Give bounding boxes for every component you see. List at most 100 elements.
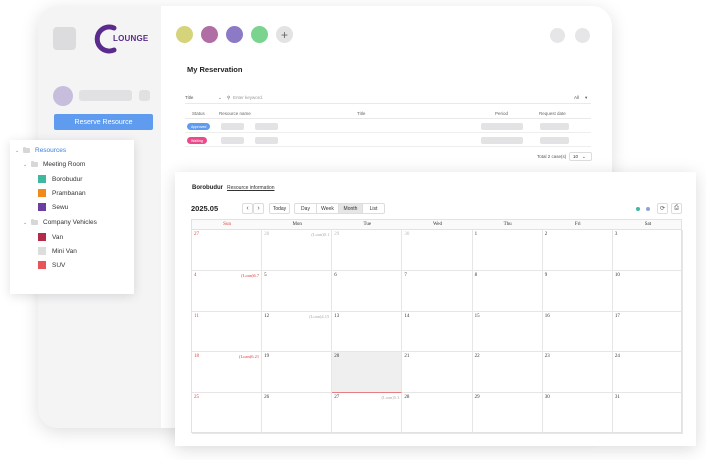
calendar-day-cell[interactable]: 27 [192,230,263,271]
calendar-day-cell[interactable]: 15 [472,311,543,353]
calendar-event[interactable]: (Loan)6.21 [239,354,259,359]
calendar-day-cell[interactable]: 31 [612,393,683,434]
tree-group-meeting-room[interactable]: ⌄ Meeting Room [23,160,85,168]
tree-item-sewu[interactable]: Sewu [38,203,68,211]
page-size-value: 10 [573,154,579,159]
calendar-day-cell[interactable]: 30 [402,230,473,271]
day-number: 28 [404,395,410,401]
calendar-day-cell[interactable]: 5 [262,270,333,312]
color-theme-1[interactable] [176,26,193,43]
chevron-down-icon[interactable]: ⌄ [15,148,23,154]
view-week-button[interactable]: Week [317,204,339,213]
chevron-down-icon[interactable]: ⌄ [218,95,222,101]
weekday-label: Thu [503,222,512,227]
logo: LOUNGE [93,22,148,56]
calendar-day-cell[interactable]: 27 (Loan)5.3 [332,393,403,434]
resource-tree-panel: ⌄ Resources ⌄ Meeting Room Borobudur Pra… [10,140,134,294]
day-number: 7 [404,272,407,278]
day-number: 5 [264,272,267,278]
chevron-down-icon[interactable]: ⌄ [23,162,31,168]
all-filter[interactable]: All [574,95,579,100]
calendar-event[interactable]: (Loan)0.1 [311,232,329,237]
avatar[interactable] [53,86,73,106]
weekday-label: Sun [223,222,231,227]
calendar-day-cell[interactable]: 21 [402,352,473,394]
settings-icon[interactable] [575,28,590,43]
menu-icon[interactable] [53,27,76,50]
calendar-day-cell[interactable]: 4 (Loan)6.7 [192,270,263,312]
resource-information-link[interactable]: Resource information [227,185,275,191]
page-size-select[interactable]: 10 ⌄ [569,152,592,161]
filter-label[interactable]: Title [185,95,193,100]
tree-group-company-vehicles[interactable]: ⌄ Company Vehicles [23,218,97,226]
table-row[interactable]: Waiting [185,134,591,147]
view-month-button[interactable]: Month [339,204,363,213]
tree-item-label: Sewu [52,203,69,211]
calendar-day-cell[interactable]: 12 (Loan)4.15 [262,311,333,353]
calendar-day-cell[interactable]: 13 [332,311,403,353]
calendar-day-cell[interactable]: 7 [402,270,473,312]
calendar-day-cell[interactable]: 24 [612,352,683,394]
calendar-day-cell[interactable]: 16 [542,311,613,353]
calendar-day-cell[interactable]: 30 [542,393,613,434]
calendar-day-cell[interactable]: 2 [542,230,613,271]
today-button[interactable]: Today [269,203,290,214]
chevron-down-icon[interactable]: ⌄ [23,220,31,226]
calendar-day-cell[interactable]: 29 [332,230,403,271]
calendar-day-cell[interactable]: 1 [472,230,543,271]
tree-item-borobudur[interactable]: Borobudur [38,175,82,183]
tree-item-suv[interactable]: SUV [38,261,65,269]
calendar-day-cell[interactable]: 28 [402,393,473,434]
calendar-day-cell[interactable]: 22 [472,352,543,394]
calendar-day-cell[interactable]: 23 [542,352,613,394]
day-number: 21 [404,354,410,360]
table-row[interactable]: Approved [185,120,591,133]
legend-dot [636,207,640,211]
color-theme-4[interactable] [251,26,268,43]
refresh-icon[interactable]: ⟳ [657,203,668,214]
calendar-day-cell[interactable]: 20 [332,352,403,394]
calendar-day-cell[interactable]: 11 [192,311,263,353]
reserve-resource-button[interactable]: Reserve Resource [54,114,153,130]
prev-month-button[interactable]: ‹ [242,203,253,214]
folder-icon [23,146,30,153]
profile-name [79,90,132,101]
tree-item-prambanan[interactable]: Prambanan [38,189,86,197]
notification-icon[interactable] [550,28,565,43]
calendar-day-cell[interactable]: 6 [332,270,403,312]
calendar-day-cell[interactable]: 28 (Loan)0.1 [262,230,333,271]
calendar-day-cell[interactable]: 29 [472,393,543,434]
add-icon[interactable]: + [276,26,293,43]
calendar-day-cell[interactable]: 10 [612,270,683,312]
calendar-day-cell[interactable]: 9 [542,270,613,312]
calendar-day-cell[interactable]: 26 [262,393,333,434]
search-input[interactable]: Enter keyword. [233,95,263,100]
tree-item-van[interactable]: Van [38,233,63,241]
table-header: Status Resource name Title Period Reques… [185,108,591,119]
calendar-day-cell[interactable]: 25 [192,393,263,434]
profile-menu-button[interactable] [139,90,150,101]
day-number: 1 [474,232,478,237]
calendar-event[interactable]: (Loan)4.15 [309,314,329,319]
tree-root-label: Resources [35,147,67,154]
calendar-day-cell[interactable]: 18 (Loan)6.21 [192,352,263,394]
calendar-event[interactable]: (Loan)5.3 [382,395,400,400]
view-list-button[interactable]: List [363,204,384,213]
print-icon[interactable]: ⎙ [671,203,682,214]
calendar-day-cell[interactable]: 19 [262,352,333,394]
day-number: 31 [614,395,620,401]
calendar-day-cell[interactable]: 3 [612,230,683,271]
color-theme-2[interactable] [201,26,218,43]
calendar-event[interactable]: (Loan)6.7 [241,273,259,278]
day-number: 15 [474,313,480,319]
calendar-day-cell[interactable]: 8 [472,270,543,312]
chevron-down-icon[interactable]: ▾ [585,95,587,101]
calendar-day-cell[interactable]: 14 [402,311,473,353]
color-theme-3[interactable] [226,26,243,43]
tree-root[interactable]: ⌄ Resources [15,146,67,154]
tree-item-mini-van[interactable]: Mini Van [38,247,77,255]
color-swatch [38,203,46,211]
view-day-button[interactable]: Day [295,204,317,213]
next-month-button[interactable]: › [253,203,264,214]
calendar-day-cell[interactable]: 17 [612,311,683,353]
